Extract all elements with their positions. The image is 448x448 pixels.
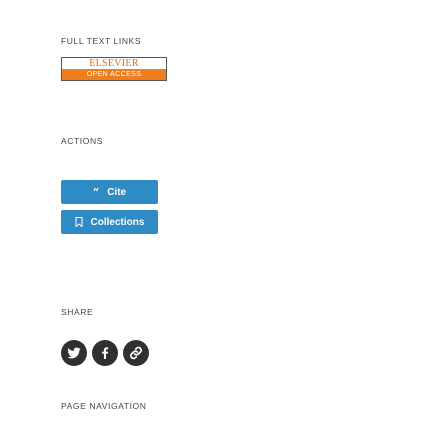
share-permalink-button[interactable] xyxy=(123,340,149,366)
collections-button[interactable]: Collections xyxy=(61,210,158,234)
page-navigation-heading: PAGE NAVIGATION xyxy=(61,401,147,411)
actions-heading: ACTIONS xyxy=(61,136,103,146)
publisher-name: ELSEVIER xyxy=(89,58,139,69)
quote-icon: “ xyxy=(92,185,100,199)
bookmark-icon xyxy=(75,217,83,227)
cite-button[interactable]: “ Cite xyxy=(61,180,158,204)
permalink-icon xyxy=(130,346,142,360)
share-heading: SHARE xyxy=(61,307,94,317)
share-buttons xyxy=(61,340,149,366)
full-text-links-heading: FULL TEXT LINKS xyxy=(61,36,142,46)
elsevier-open-access-link[interactable]: ELSEVIER OPEN ACCESS xyxy=(61,57,167,81)
twitter-icon xyxy=(67,347,81,359)
collections-button-label: Collections xyxy=(90,216,145,228)
cite-button-label: Cite xyxy=(107,186,127,198)
share-twitter-button[interactable] xyxy=(61,340,87,366)
facebook-icon xyxy=(102,347,109,359)
share-facebook-button[interactable] xyxy=(92,340,118,366)
open-access-label: OPEN ACCESS xyxy=(62,69,166,80)
